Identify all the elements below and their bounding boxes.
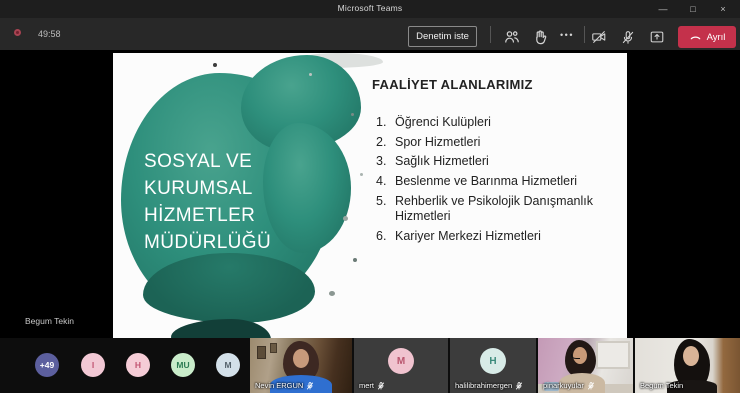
raise-hand-icon[interactable]	[531, 28, 548, 45]
participant-name-label: mert	[359, 381, 385, 390]
slide-list: 1. Öğrenci Kulüpleri 2. Spor Hizmetleri 3.…	[376, 115, 624, 249]
maximize-icon[interactable]: □	[678, 0, 708, 18]
list-item: 1. Öğrenci Kulüpleri	[376, 115, 491, 129]
teal-blob-decoration	[263, 123, 351, 253]
slide-title: SOSYAL VE KURUMSAL HİZMETLER MÜDÜRLÜĞÜ	[144, 151, 272, 253]
shared-slide: SOSYAL VE KURUMSAL HİZMETLER MÜDÜRLÜĞÜ F…	[113, 53, 627, 338]
close-icon[interactable]: ×	[708, 0, 738, 18]
participants-icon[interactable]	[503, 28, 520, 45]
toolbar-divider	[490, 26, 491, 43]
request-control-button[interactable]: Denetim iste	[408, 26, 477, 47]
avatar[interactable]: H	[126, 353, 150, 377]
mic-off-icon[interactable]	[619, 28, 636, 45]
muted-mic-icon	[377, 381, 385, 389]
avatar[interactable]: MU	[171, 353, 195, 377]
window-controls: — □ ×	[648, 0, 738, 18]
avatar: H	[480, 348, 506, 374]
list-item: 2. Spor Hizmetleri	[376, 134, 481, 149]
share-screen-icon[interactable]	[648, 28, 665, 45]
muted-mic-icon	[516, 381, 523, 389]
teams-window: Microsoft Teams — □ × 49:58 Denetim iste…	[0, 0, 740, 416]
presentation-stage: SOSYAL VE KURUMSAL HİZMETLER MÜDÜRLÜĞÜ F…	[0, 50, 740, 338]
avatar[interactable]: M	[216, 353, 240, 377]
overflow-participants-avatar[interactable]: +49	[35, 353, 59, 377]
participant-name-label: pinarkuyular	[543, 381, 595, 390]
participant-name-label: halilibrahimergen	[455, 381, 523, 390]
muted-mic-icon	[307, 381, 314, 389]
minimize-icon[interactable]: —	[648, 0, 678, 18]
participant-tile-mert[interactable]: M mert	[354, 338, 448, 393]
participant-strip: +49 I H MU M Nevin ERGUN M mert H halili…	[0, 338, 740, 393]
list-item: 5. Rehberlik ve Psikolojik Danışmanlık Hi…	[376, 193, 593, 224]
participant-name-label: Nevin ERGUN	[255, 381, 314, 390]
participant-name-label: Begum Tekin	[640, 381, 684, 390]
more-options-icon[interactable]: •••	[556, 26, 578, 43]
participant-video-begum[interactable]: Begum Tekin	[635, 338, 740, 393]
slide-heading: FAALİYET ALANLARIMIZ	[372, 77, 533, 92]
muted-mic-icon	[587, 381, 594, 389]
page-background	[0, 393, 740, 416]
toolbar-divider	[584, 26, 585, 43]
meeting-toolbar: 49:58 Denetim iste ••• Ayrıl	[0, 18, 740, 50]
leave-button[interactable]: Ayrıl	[678, 26, 736, 48]
leave-label: Ayrıl	[706, 31, 726, 43]
participant-tile-halil[interactable]: H halilibrahimergen	[450, 338, 536, 393]
titlebar: Microsoft Teams — □ ×	[0, 0, 740, 18]
hang-up-icon	[690, 36, 700, 39]
stage-speaker-label: Begum Tekin	[25, 316, 74, 326]
camera-off-icon[interactable]	[590, 28, 607, 45]
meeting-timer: 49:58	[38, 29, 61, 39]
app-title: Microsoft Teams	[337, 3, 403, 13]
list-item: 4. Beslenme ve Barınma Hizmetleri	[376, 174, 578, 189]
recording-indicator-icon	[14, 29, 21, 36]
list-item: 6. Kariyer Merkezi Hizmetleri	[376, 228, 541, 243]
list-item: 3. Sağlık Hizmetleri	[376, 154, 489, 169]
avatar[interactable]: I	[81, 353, 105, 377]
avatar: M	[388, 348, 414, 374]
participant-video-pinar[interactable]: pinarkuyular	[538, 338, 633, 393]
participant-video-nevin[interactable]: Nevin ERGUN	[250, 338, 352, 393]
